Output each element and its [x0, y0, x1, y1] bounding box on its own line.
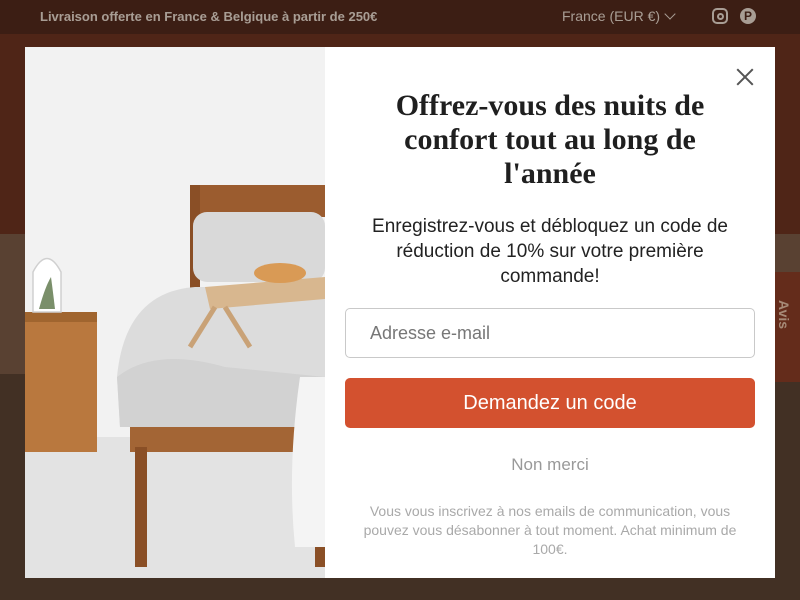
disclaimer-text: Vous vous inscrivez à nos emails de comm… [363, 503, 737, 557]
decline-link[interactable]: Non merci [325, 455, 775, 475]
email-field[interactable] [345, 308, 755, 358]
close-icon[interactable] [733, 65, 757, 89]
popup-title: Offrez-vous des nuits de confort tout au… [395, 89, 705, 190]
bedroom-image [25, 47, 325, 578]
newsletter-popup: Offrez-vous des nuits de confort tout au… [25, 47, 775, 578]
popup-description: Enregistrez-vous et débloquez un code de… [372, 216, 728, 287]
request-code-button[interactable]: Demandez un code [345, 378, 755, 428]
popup-content: Offrez-vous des nuits de confort tout au… [325, 47, 775, 578]
